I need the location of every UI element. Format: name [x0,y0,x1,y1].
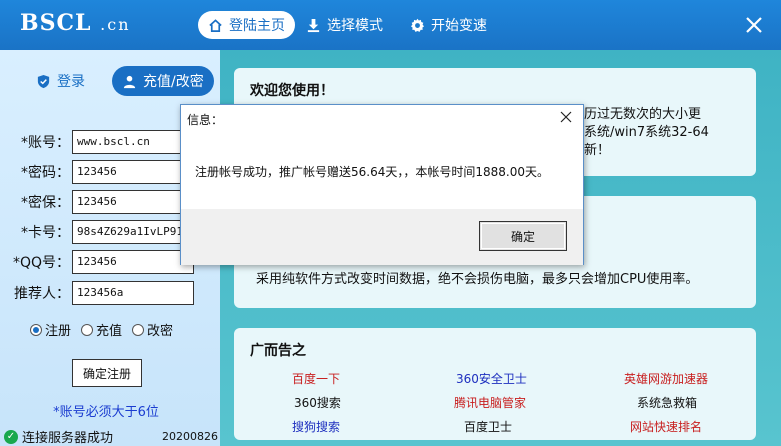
tab-login-label: 登录 [57,74,85,90]
nav-start-tab[interactable]: 开始变速 [400,11,497,39]
version-text: 20200826 [162,430,218,443]
referrer-row: 推荐人： 123456a [10,281,210,305]
password-input[interactable]: 123456 [72,160,194,184]
password-label: *密码： [21,165,70,181]
radio-register-dot [30,323,42,336]
connection-status: ✓ 连接服务器成功 [4,427,113,446]
ads-title: 广而告之 [250,343,306,359]
account-length-note: *账号必须大于6位 [53,405,159,420]
radio-recharge-dot [81,323,94,336]
logo-domain: .cn [100,15,131,34]
nav-home-label: 登陆主页 [229,18,285,34]
security-label: *密保： [21,195,70,211]
mode-radio-group: 注册 充值 改密 [30,320,173,339]
tab-recharge[interactable]: 充值/改密 [112,66,214,96]
account-label: *账号： [21,135,70,151]
referrer-input[interactable]: 123456a [72,281,194,305]
radio-recharge[interactable]: 充值 [81,320,122,339]
ad-link-sogou[interactable]: 搜狗搜索 [292,418,340,435]
qq-input[interactable]: 123456 [72,250,194,274]
radio-register-label: 注册 [45,324,72,339]
close-window-icon[interactable] [743,14,765,36]
home-icon [209,18,222,32]
shield-icon [37,74,50,88]
welcome-line-2: 系统/win7系统32-64 [584,125,709,140]
ad-link-360-safe[interactable]: 360安全卫士 [456,370,527,387]
dialog-title: 信息： [187,113,224,127]
tab-login[interactable]: 登录 [26,66,95,96]
radio-change-password[interactable]: 改密 [132,320,173,339]
dialog-ok-button[interactable]: 确定 [479,221,567,251]
app-logo: BSCL .cn [20,10,131,36]
radio-change-password-label: 改密 [147,324,174,339]
nav-home-tab[interactable]: 登陆主页 [198,11,295,39]
referrer-label: 推荐人： [14,286,70,302]
security-input[interactable]: 123456 [72,190,194,214]
dialog-message: 注册帐号成功，推广帐号赠送56.64天，，本帐号时间1888.00天。 [195,165,549,179]
radio-recharge-label: 充值 [96,324,123,339]
ad-link-baidu[interactable]: 百度一下 [292,370,340,387]
card-label: *卡号： [21,225,70,241]
info-line: 采用纯软件方式改变时间数据，绝不会损伤电脑，最多只会增加CPU使用率。 [256,272,699,287]
connection-status-text: 连接服务器成功 [22,431,114,446]
nav-start-label: 开始变速 [431,18,487,34]
ad-link-tencent-manager[interactable]: 腾讯电脑管家 [454,394,526,411]
ad-link-site-ranking[interactable]: 网站快速排名 [630,418,702,435]
radio-register[interactable]: 注册 [30,320,71,339]
radio-change-password-dot [132,323,145,336]
logo-main: BSCL [20,10,92,36]
dialog-close-icon[interactable] [559,110,573,124]
dialog-footer: 确定 [181,209,583,265]
ads-card: 广而告之 百度一下 360安全卫士 英雄网游加速器 360搜索 腾讯电脑管家 系… [234,328,756,440]
account-input[interactable]: www.bscl.cn [72,130,194,154]
top-bar: BSCL .cn 登陆主页 选择模式 开始变速 [0,0,781,50]
nav-mode-label: 选择模式 [327,18,383,34]
confirm-register-button[interactable]: 确定注册 [72,359,142,387]
gear-icon [410,18,425,32]
ad-link-system-rescue[interactable]: 系统急救箱 [637,394,697,411]
ad-link-hero-accelerator[interactable]: 英雄网游加速器 [624,370,708,387]
welcome-line-3: 新！ [584,143,611,158]
welcome-title: 欢迎您使用！ [250,83,334,99]
download-icon [307,18,320,32]
qq-label: *QQ号： [12,255,70,271]
nav-mode-tab[interactable]: 选择模式 [296,11,393,39]
check-icon: ✓ [4,429,18,444]
ad-link-baidu-guard[interactable]: 百度卫士 [464,418,512,435]
welcome-line-1: 历过无数次的大小更 [584,107,702,122]
info-dialog: 信息： 注册帐号成功，推广帐号赠送56.64天，，本帐号时间1888.00天。 … [180,104,584,265]
ad-link-360-search[interactable]: 360搜索 [294,394,341,411]
user-icon [123,75,136,88]
card-input[interactable]: 98s4Z629a1IvLP91 [72,220,194,244]
tab-recharge-label: 充值/改密 [143,74,204,90]
